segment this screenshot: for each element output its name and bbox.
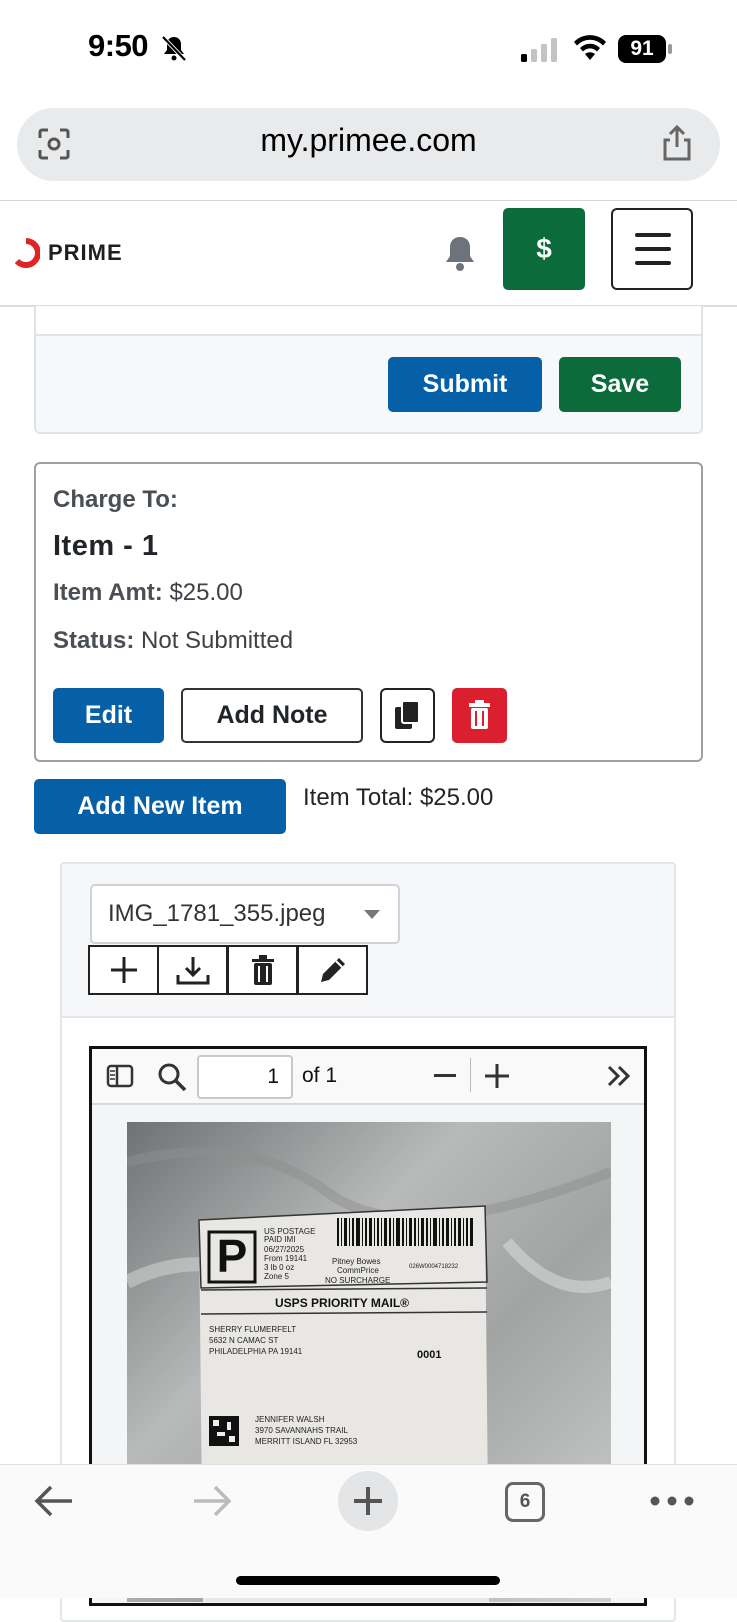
zoom-out-icon[interactable] [434,1074,456,1077]
sender-line2: 5632 N CAMAC ST [209,1336,278,1345]
form-section-edge [34,306,703,336]
zoom-separator [470,1058,471,1092]
sender-line1: SHERRY FLUMERFELT [209,1325,296,1334]
notification-bell-icon[interactable] [442,234,478,272]
submit-button[interactable]: Submit [388,357,542,412]
plus-icon [110,957,137,983]
download-icon [176,957,209,985]
home-indicator [236,1576,500,1585]
item-amount-value: $25.00 [169,579,243,606]
label-date: 06/27/2025 [264,1245,305,1254]
prime-logo-icon [14,238,40,268]
bell-off-icon [161,35,187,62]
double-chevron-right-icon[interactable] [606,1064,632,1088]
file-select[interactable]: IMG_1781_355.jpeg [90,884,400,944]
label-carrier1: Pitney Bowes [332,1257,380,1266]
download-file-button[interactable] [157,945,228,995]
postage-line2: PAID IMI [264,1235,295,1244]
recipient-line3: MERRITT ISLAND FL 32953 [255,1437,358,1446]
trash-icon [469,700,490,729]
search-icon[interactable] [157,1062,187,1092]
label-carrier2: CommPrice [337,1266,379,1275]
new-tab-button[interactable] [338,1471,398,1531]
header-divider [0,200,737,201]
save-button[interactable]: Save [559,357,681,412]
charge-to-label: Charge To: [53,486,178,513]
back-arrow-icon[interactable] [34,1484,74,1518]
add-note-button[interactable]: Add Note [181,688,363,743]
item-status-value: Not Submitted [141,627,294,654]
status-time: 9:50 [88,28,149,63]
add-new-item-button[interactable]: Add New Item [34,779,286,834]
label-zone: Zone 5 [264,1272,289,1281]
item-amount-label: Item Amt: [53,579,163,606]
billing-button[interactable]: $ [503,208,585,290]
label-from: From 19141 [264,1254,308,1263]
recipient-line1: JENNIFER WALSH [255,1415,325,1424]
logo-text[interactable]: PRIME [48,240,123,266]
battery-indicator: 91 [618,35,672,63]
tabs-button[interactable]: 6 [505,1482,545,1522]
hamburger-menu-button[interactable] [611,208,693,290]
item-total: Item Total: $25.00 [303,784,494,811]
chevron-down-icon[interactable] [364,910,380,919]
copy-item-button[interactable] [380,688,435,743]
forward-arrow-icon[interactable] [192,1484,232,1518]
cellular-signal-icon [521,38,557,62]
url-text[interactable]: my.primee.com [0,122,737,159]
copy-icon [395,700,420,729]
item-status-label: Status: [53,627,135,654]
share-icon[interactable] [660,124,694,162]
sidebar-toggle-icon[interactable] [106,1064,134,1088]
edit-button[interactable]: Edit [53,688,164,743]
label-service: USPS PRIORITY MAIL® [275,1296,409,1310]
postage-p-mark: P [217,1230,248,1282]
trash-icon [251,955,274,985]
pencil-icon [320,958,345,982]
item-amount: Item Amt: $25.00 [53,579,243,607]
label-code: 026W0004718232 [409,1264,459,1270]
add-file-button[interactable] [88,945,159,995]
page-count: of 1 [302,1064,338,1087]
label-weight: 3 lb 0 oz [264,1263,294,1272]
item-title: Item - 1 [53,530,159,562]
page-number-input[interactable]: 1 [197,1055,293,1099]
edit-file-button[interactable] [297,945,368,995]
delete-item-button[interactable] [452,688,507,743]
sender-line3: PHILADELPHIA PA 19141 [209,1347,303,1356]
label-surcharge: NO SURCHARGE [325,1276,390,1285]
label-number: 0001 [417,1349,441,1361]
battery-level: 91 [618,35,666,63]
zoom-in-icon[interactable] [484,1063,510,1089]
wifi-icon [574,35,606,60]
delete-file-button[interactable] [227,945,298,995]
more-options-icon[interactable] [650,1496,694,1506]
item-status: Status: Not Submitted [53,627,293,655]
recipient-line2: 3970 SAVANNAHS TRAIL [255,1426,348,1435]
plus-icon [354,1487,382,1515]
